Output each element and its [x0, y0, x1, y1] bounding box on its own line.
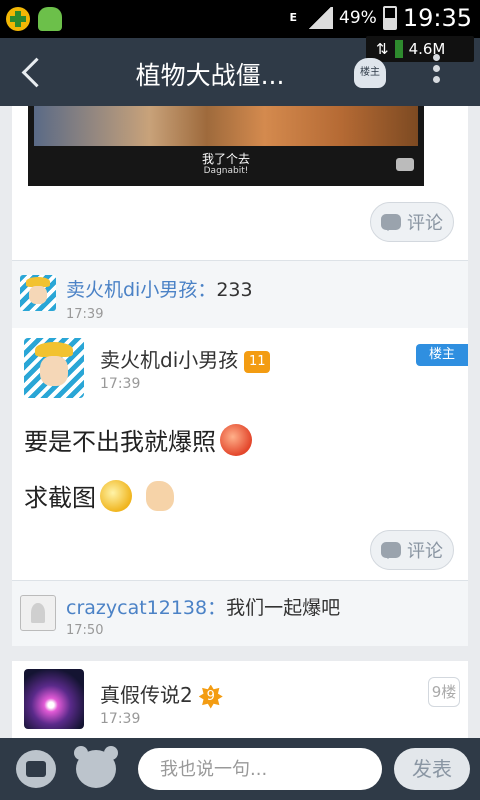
sync-arrows-icon: ⇅ [376, 40, 389, 58]
comment-bubble-icon [381, 542, 401, 559]
image-scene [34, 106, 418, 146]
post-text-line: 要是不出我就爆照 [24, 422, 252, 457]
sub-reply-body: 233 [216, 279, 253, 301]
sub-reply-time: 17:39 [66, 307, 104, 322]
post-image[interactable]: 我了个去 Dagnabit! [28, 106, 424, 186]
camera-icon [396, 158, 414, 171]
comment-button-label: 评论 [407, 213, 443, 234]
image-caption: 我了个去 [201, 152, 250, 166]
camera-icon[interactable] [16, 750, 56, 788]
plus-circle-icon [6, 7, 30, 31]
post-text: 要是不出我就爆照 [24, 428, 216, 456]
post-time: 17:39 [100, 711, 141, 727]
level-badge: 9 [198, 684, 223, 709]
post-author[interactable]: 卖火机di小男孩 11 [100, 344, 271, 373]
battery-icon [382, 6, 397, 30]
traffic-overlay: ⇅ 4.6M [366, 36, 474, 62]
sub-reply-body: 我们一起爆吧 [226, 597, 341, 619]
network-type: E [289, 11, 298, 24]
thread-content[interactable]: 我了个去 Dagnabit! 评论 卖火机di小男孩：233 17:39 卖火机… [0, 106, 480, 738]
post-card: 真假传说2 9 17:39 9楼 [12, 661, 468, 738]
post-text: 求截图 [24, 484, 96, 512]
level-badge: 11 [244, 350, 271, 373]
traffic-bar-icon [394, 40, 403, 58]
ghost-icon [38, 7, 62, 31]
post-time: 17:39 [100, 376, 141, 392]
comment-bubble-icon [381, 214, 401, 231]
sub-reply-time: 17:50 [66, 623, 104, 638]
ok-hand-emoji-icon [146, 480, 174, 511]
signal-icon [307, 7, 334, 29]
page-title: 植物大战僵... [135, 61, 285, 90]
avatar[interactable] [20, 275, 56, 311]
reply-bar: 发表 [0, 738, 480, 800]
smile-emoji-icon [100, 479, 132, 512]
send-button[interactable]: 发表 [394, 748, 470, 790]
post-author[interactable]: 真假传说2 9 [100, 679, 223, 709]
avatar[interactable] [24, 669, 84, 729]
angry-emoji-icon [220, 423, 252, 456]
floor-number: 9楼 [428, 677, 460, 707]
more-menu-icon[interactable] [430, 54, 442, 90]
post-card: 我了个去 Dagnabit! 评论 卖火机di小男孩：233 17:39 [12, 106, 468, 348]
sub-reply-author[interactable]: 卖火机di小男孩： [66, 279, 216, 301]
notification-icons [6, 7, 62, 31]
post-author-name[interactable]: 真假传说2 [100, 683, 193, 707]
avatar[interactable] [24, 338, 84, 398]
clock: 19:35 [402, 4, 472, 32]
floor-owner-only-button[interactable]: 楼主 [354, 58, 386, 88]
battery-percent: 49% [339, 8, 377, 28]
sub-reply[interactable]: crazycat12138：我们一起爆吧 17:50 [12, 580, 468, 646]
status-right: E 49% 19:35 [290, 4, 472, 32]
post-author-name[interactable]: 卖火机di小男孩 [100, 348, 238, 372]
sub-reply-author[interactable]: crazycat12138： [66, 597, 226, 619]
comment-button[interactable]: 评论 [370, 202, 454, 242]
post-text-line: 求截图 [24, 478, 174, 513]
sub-reply-text: 卖火机di小男孩：233 [66, 275, 253, 302]
status-bar: E 49% 19:35 [0, 0, 480, 38]
floor-owner-badge: 楼主 [416, 344, 468, 366]
reply-input[interactable] [138, 748, 382, 790]
avatar[interactable] [20, 595, 56, 631]
sub-reply-text: crazycat12138：我们一起爆吧 [66, 593, 340, 620]
comment-button[interactable]: 评论 [370, 530, 454, 570]
comment-button-label: 评论 [407, 541, 443, 562]
image-caption-en: Dagnabit! [203, 166, 249, 176]
post-card: 卖火机di小男孩 11 17:39 楼主 要是不出我就爆照 求截图 评论 craz… [12, 328, 468, 646]
emoji-icon[interactable] [74, 746, 118, 788]
back-arrow-icon[interactable] [18, 56, 48, 90]
